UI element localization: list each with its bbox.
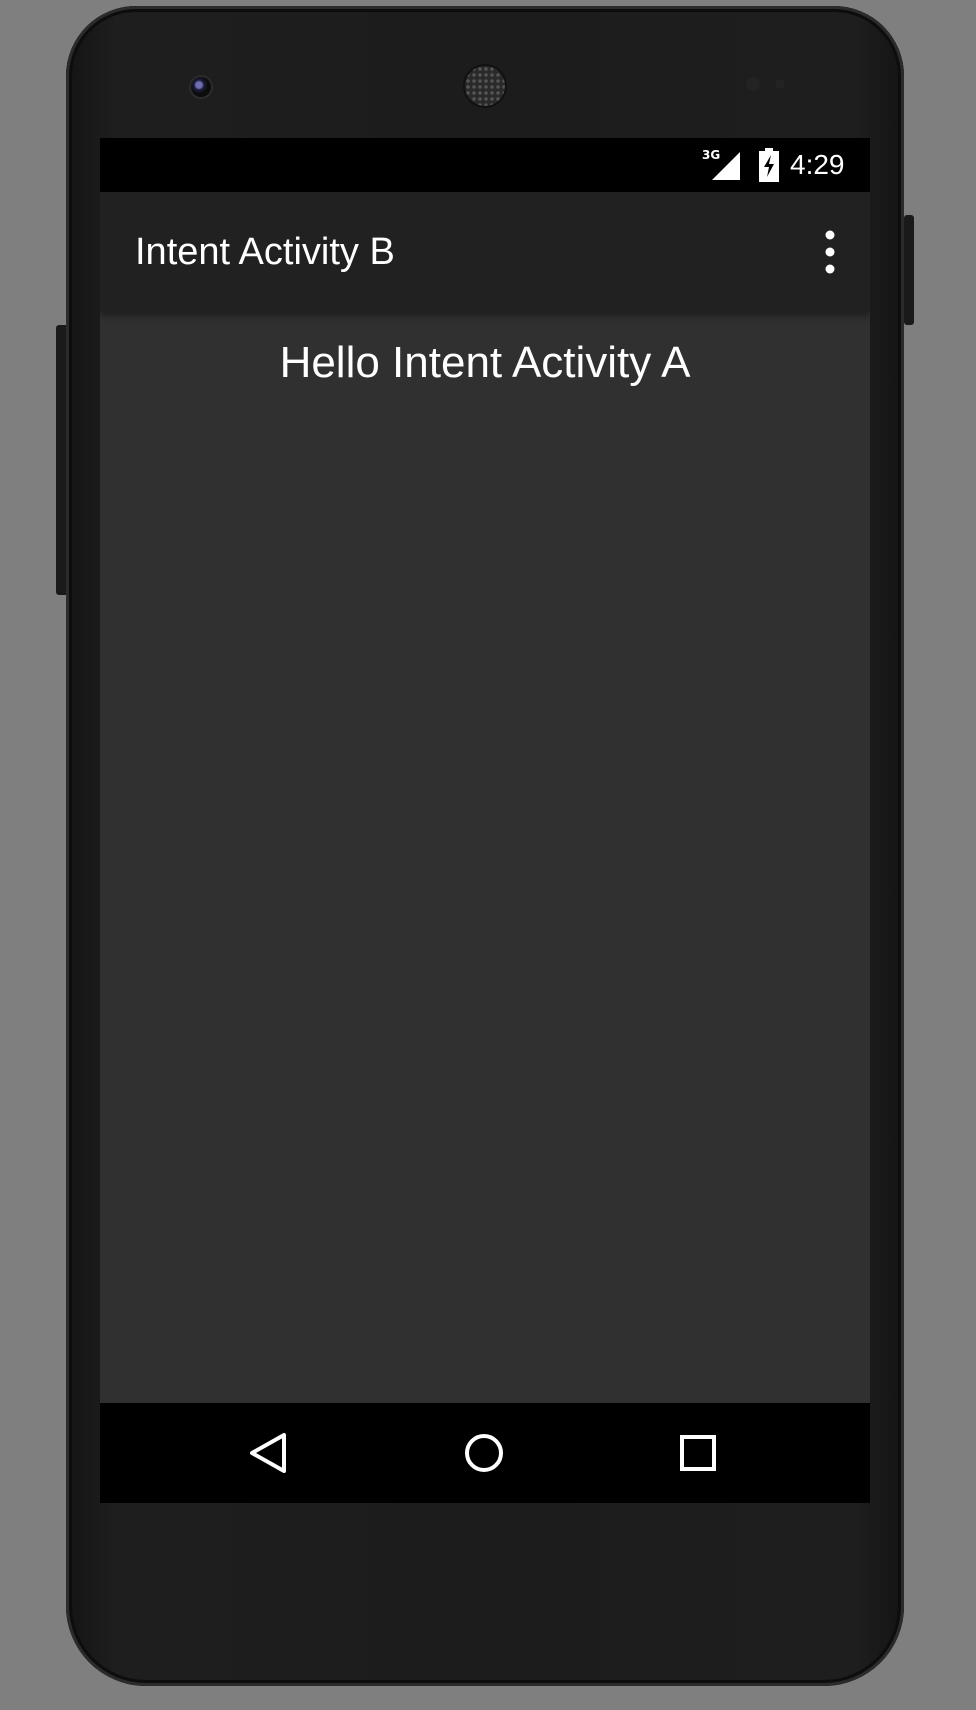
overflow-menu-button[interactable] [800, 222, 860, 282]
back-triangle-icon [250, 1433, 286, 1473]
back-button[interactable] [238, 1421, 302, 1485]
home-button[interactable] [452, 1421, 516, 1485]
status-clock: 4:29 [790, 149, 845, 180]
recents-square-icon [680, 1435, 716, 1471]
navigation-bar [100, 1403, 870, 1503]
more-vert-icon [825, 230, 835, 274]
earpiece-speaker [465, 66, 505, 106]
device-screen: 3G 4:29 Intent Activity B Hello Intent A… [100, 138, 870, 1503]
hello-message: Hello Intent Activity A [279, 338, 691, 387]
power-button[interactable] [904, 215, 914, 325]
cell-signal-icon: 3G [702, 148, 742, 182]
status-bar: 3G 4:29 [100, 138, 870, 192]
network-type-label: 3G [702, 148, 720, 162]
proximity-sensor [746, 77, 760, 91]
battery-charging-icon [758, 148, 780, 182]
home-circle-icon [465, 1434, 503, 1472]
front-camera [191, 77, 211, 97]
light-sensor [775, 79, 785, 89]
app-title: Intent Activity B [135, 231, 395, 273]
action-bar: Intent Activity B [100, 192, 870, 312]
recents-button[interactable] [666, 1421, 730, 1485]
